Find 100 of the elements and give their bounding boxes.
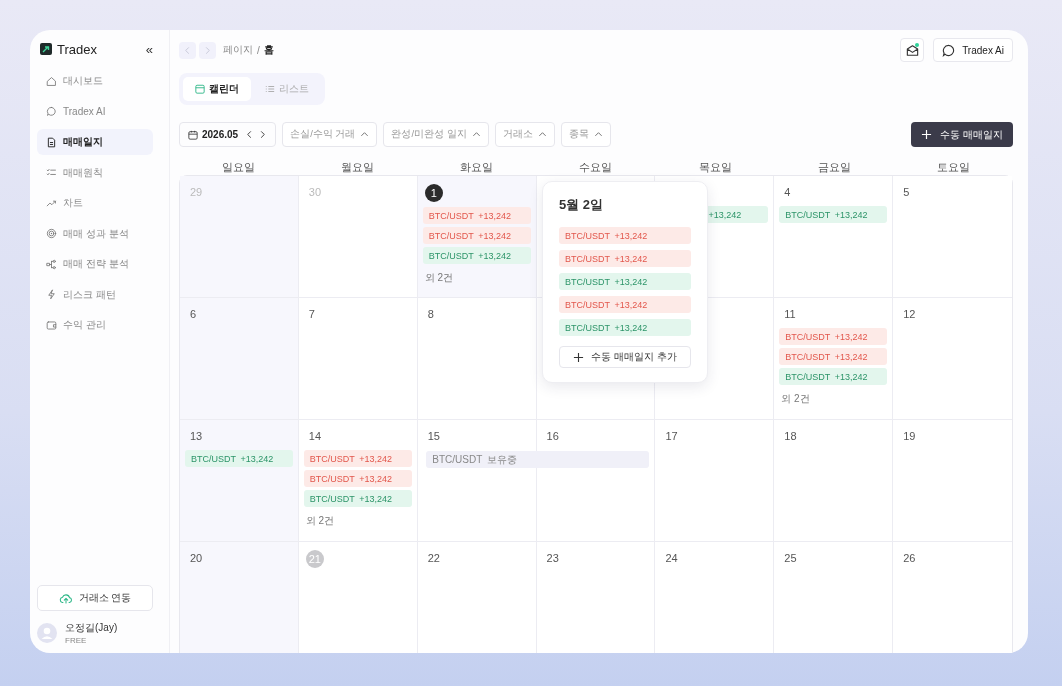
sidebar-item[interactable]: 매매원칙 <box>37 159 153 186</box>
calendar-icon <box>195 84 205 94</box>
calendar-cell[interactable]: 11 BTC/USDT +13,242 BTC/USDT +13,242 BTC/USDT +13,242 외 2건 <box>774 298 894 420</box>
day-number: 20 <box>189 551 203 566</box>
trade-entry[interactable]: BTC/USDT +13,242 <box>422 247 531 264</box>
weekday-header: 화요일 <box>459 161 495 175</box>
plus-icon <box>573 351 585 363</box>
trade-entry[interactable]: BTC/USDT +13,242 <box>303 450 412 467</box>
trade-entry[interactable]: BTC/USDT +13,242 <box>779 328 888 345</box>
checklist-icon <box>46 167 57 178</box>
day-number: 5 <box>902 185 910 200</box>
calendar-cell[interactable]: 13 BTC/USDT +13,242 <box>180 420 299 542</box>
chevron-up-icon <box>593 130 603 139</box>
day-number: 13 <box>189 429 203 444</box>
more-count[interactable]: 외 2건 <box>779 392 810 406</box>
day-number: 6 <box>189 307 197 322</box>
trade-entry[interactable]: BTC/USDT +13,242 <box>422 207 531 224</box>
weekday-header: 목요일 <box>697 161 733 175</box>
calendar-cell[interactable]: 5 <box>893 176 1012 298</box>
wallet-icon <box>46 319 57 331</box>
day-number: 22 <box>426 551 440 566</box>
user-plan: FREE <box>65 636 88 645</box>
calendar-cell[interactable]: 20 <box>180 542 299 653</box>
holding-bar[interactable]: BTC/USDT 보유중 <box>426 451 650 468</box>
chevron-up-icon <box>471 130 481 139</box>
trade-entry[interactable]: BTC/USDT +13,242 <box>779 206 888 223</box>
calendar-cell[interactable]: 8 <box>417 298 537 420</box>
day-number: 16 <box>545 429 559 444</box>
chevron-right-icon <box>203 45 212 55</box>
breadcrumb-separator: / <box>257 44 260 56</box>
day-number: 1 <box>424 184 443 202</box>
weekday-header: 수요일 <box>578 161 614 175</box>
calendar-cell[interactable]: 1 BTC/USDT +13,242 BTC/USDT +13,242 BTC/USDT +13,242 외 2건 <box>417 176 537 298</box>
popover-title: 5월 2일 <box>559 196 605 214</box>
chevron-up-icon <box>537 130 547 139</box>
trade-entry[interactable]: BTC/USDT +13,242 <box>559 319 691 336</box>
collapse-button[interactable]: « <box>145 42 153 56</box>
chevron-right-icon[interactable] <box>258 130 268 139</box>
filter-dropdown[interactable]: 종목 <box>560 122 611 147</box>
mail-icon <box>904 42 920 58</box>
trade-entry[interactable]: BTC/USDT +13,242 <box>559 273 691 290</box>
calendar-cell[interactable]: 7 <box>298 298 418 420</box>
view-tab[interactable]: 캘린더 <box>183 77 251 101</box>
lightning-icon <box>46 289 57 300</box>
weekday-header: 금요일 <box>816 161 852 175</box>
app-logo: Tradex <box>57 41 97 57</box>
day-number: 24 <box>664 551 678 566</box>
calendar-cell[interactable]: 4 BTC/USDT +13,242 <box>774 176 894 298</box>
day-number: 25 <box>783 551 797 566</box>
mail-button[interactable] <box>900 38 925 62</box>
filter-dropdown[interactable]: 손실/수익 거래 <box>282 122 378 147</box>
weekday-header: 토요일 <box>935 161 971 175</box>
chat-icon <box>942 43 956 57</box>
sidebar-item[interactable]: 매매일지 <box>37 129 153 155</box>
day-number: 30 <box>307 185 322 200</box>
sidebar-item[interactable]: 리스크 패턴 <box>37 281 153 308</box>
day-number: 29 <box>189 185 203 200</box>
trade-entry[interactable]: BTC/USDT +13,242 <box>779 348 888 365</box>
user-name: 오정길(Jay) <box>65 621 118 635</box>
day-number: 18 <box>783 429 797 444</box>
breadcrumb-link[interactable]: 페이지 <box>223 43 253 57</box>
add-journal-button[interactable]: 수동 매매일지 <box>911 122 1013 147</box>
trade-entry[interactable]: BTC/USDT +13,242 <box>422 227 531 244</box>
sidebar-item[interactable]: 대시보드 <box>37 68 153 94</box>
sidebar-item[interactable]: 매매 전략 분석 <box>37 251 153 277</box>
day-number: 11 <box>783 307 796 322</box>
logo-icon <box>40 43 52 55</box>
sidebar-item[interactable]: Tradex AI <box>37 98 153 125</box>
trade-entry[interactable]: BTC/USDT +13,242 <box>559 296 691 313</box>
sidebar-item[interactable]: 수익 관리 <box>37 312 153 338</box>
trade-entry[interactable]: BTC/USDT +13,242 <box>303 490 412 507</box>
calendar-cell[interactable]: 17 <box>655 420 775 542</box>
filter-dropdown[interactable]: 거래소 <box>494 122 555 147</box>
day-number: 12 <box>902 307 916 322</box>
calendar-cell[interactable]: 30 <box>298 176 418 298</box>
trade-entry[interactable]: BTC/USDT +13,242 <box>559 227 691 244</box>
more-count[interactable]: 외 2건 <box>422 271 454 285</box>
flow-icon <box>46 258 57 270</box>
trade-entry[interactable]: BTC/USDT +13,242 <box>559 250 691 267</box>
day-number: 14 <box>307 429 322 444</box>
chevron-up-icon <box>360 130 370 139</box>
sidebar-item[interactable]: 차트 <box>37 190 153 216</box>
more-count[interactable]: 외 2건 <box>303 514 335 528</box>
add-journal-button[interactable]: 수동 매매일지 추가 <box>559 346 691 368</box>
calendar-cell[interactable]: 18 <box>774 420 894 542</box>
tradex-ai-button[interactable]: Tradex Ai <box>933 38 1013 62</box>
view-tab[interactable]: 리스트 <box>253 77 321 101</box>
trade-entry[interactable]: BTC/USDT +13,242 <box>779 368 888 385</box>
calendar-cell[interactable]: 6 <box>180 298 299 420</box>
calendar-cell[interactable]: 14 BTC/USDT +13,242 BTC/USDT +13,242 BTC/USDT +13,242 외 2건 <box>298 420 418 542</box>
day-number: 4 <box>783 185 791 200</box>
trade-entry[interactable]: BTC/USDT +13,242 <box>185 450 293 467</box>
trade-entry[interactable]: BTC/USDT +13,242 <box>303 470 412 487</box>
list-icon <box>265 84 275 94</box>
month-picker[interactable]: 2026.05 <box>179 122 277 147</box>
day-number: 19 <box>902 429 916 444</box>
filter-dropdown[interactable]: 완성/미완성 일지 <box>383 122 489 147</box>
connect-exchange-button[interactable]: 거래소 연동 <box>37 585 153 611</box>
sidebar-item[interactable]: 매매 성과 분석 <box>37 220 153 247</box>
breadcrumb-link[interactable]: 홈 <box>263 43 274 57</box>
